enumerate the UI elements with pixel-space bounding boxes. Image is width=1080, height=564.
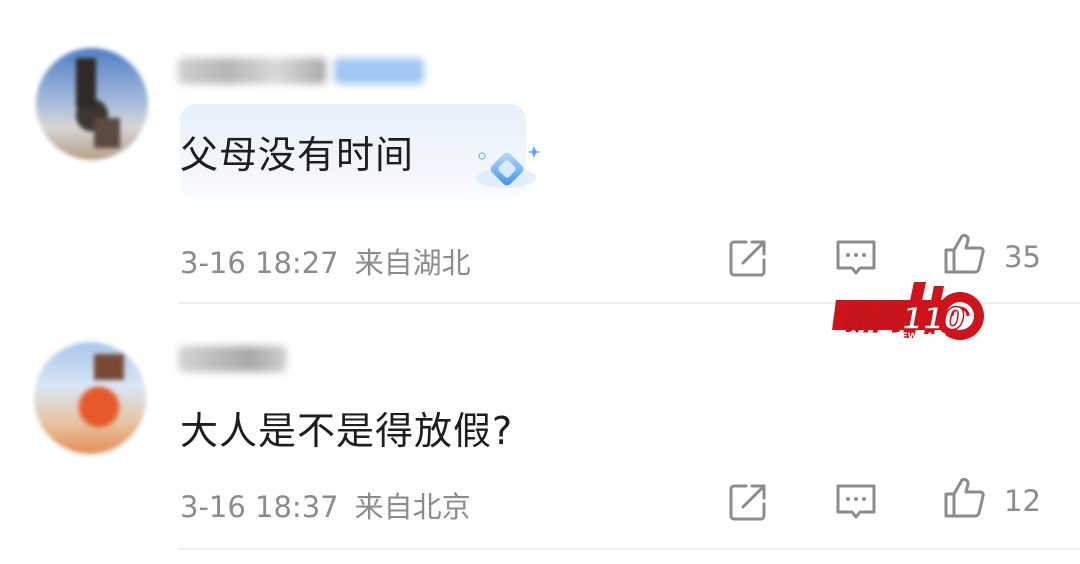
username-blurred[interactable] — [178, 346, 286, 372]
comment-meta: 3-16 18:37 来自北京 — [180, 484, 471, 526]
like-count: 12 — [1004, 484, 1041, 518]
divider — [178, 548, 1080, 550]
avatar[interactable] — [34, 342, 146, 454]
comment-text: 大人是不是得放假? — [180, 409, 514, 453]
share-icon[interactable] — [726, 480, 770, 524]
like-icon[interactable] — [942, 476, 986, 520]
comment-item: 大人是不是得放假? 3-16 18:37 来自北京 12 — [0, 0, 1080, 564]
location: 来自北京 — [354, 490, 471, 524]
timestamp: 3-16 18:37 — [180, 490, 339, 524]
reply-icon[interactable] — [834, 480, 878, 524]
